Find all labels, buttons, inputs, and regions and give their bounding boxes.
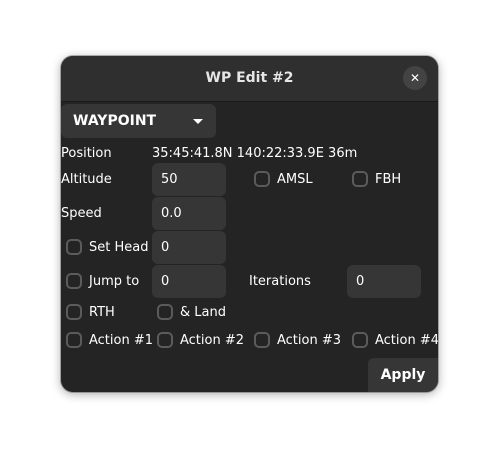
land-checkbox[interactable] — [157, 304, 173, 320]
altitude-input[interactable]: 50 — [152, 163, 226, 196]
close-button[interactable]: ✕ — [403, 66, 427, 90]
fbh-checkbox[interactable] — [352, 171, 368, 187]
rth-checkbox[interactable] — [66, 304, 82, 320]
speed-label: Speed — [61, 206, 102, 221]
close-icon: ✕ — [409, 71, 421, 85]
jump-to-label: Jump to — [89, 274, 140, 289]
speed-input[interactable]: 0.0 — [152, 197, 226, 230]
land-label: & Land — [180, 305, 226, 320]
apply-button[interactable]: Apply — [368, 358, 438, 392]
action-2-label: Action #2 — [180, 333, 245, 348]
action-4-checkbox[interactable] — [352, 332, 368, 348]
amsl-checkbox[interactable] — [254, 171, 270, 187]
waypoint-type-value: WAYPOINT — [73, 113, 157, 129]
amsl-label: AMSL — [277, 172, 313, 187]
window-title: WP Edit #2 — [205, 70, 294, 86]
action-2-checkbox[interactable] — [157, 332, 173, 348]
fbh-label: FBH — [375, 172, 402, 187]
jump-to-checkbox[interactable] — [66, 273, 82, 289]
position-label: Position — [61, 146, 112, 161]
action-3-checkbox[interactable] — [254, 332, 270, 348]
action-1-label: Action #1 — [89, 333, 154, 348]
set-head-input[interactable]: 0 — [152, 231, 226, 264]
rth-label: RTH — [89, 305, 115, 320]
set-head-checkbox[interactable] — [66, 239, 82, 255]
set-head-label: Set Head — [89, 240, 149, 255]
jump-to-input[interactable]: 0 — [152, 265, 226, 298]
iterations-label: Iterations — [249, 274, 311, 289]
chevron-down-icon — [193, 119, 203, 124]
title-bar[interactable]: WP Edit #2 ✕ — [61, 56, 438, 102]
waypoint-type-dropdown[interactable]: WAYPOINT — [61, 104, 216, 138]
wp-edit-dialog: WP Edit #2 ✕ WAYPOINT Position 35:45:41.… — [61, 56, 438, 392]
action-1-checkbox[interactable] — [66, 332, 82, 348]
action-4-label: Action #4 — [375, 333, 438, 348]
position-value: 35:45:41.8N 140:22:33.9E 36m — [152, 146, 358, 161]
iterations-input[interactable]: 0 — [347, 265, 421, 298]
action-3-label: Action #3 — [277, 333, 342, 348]
altitude-label: Altitude — [61, 172, 112, 187]
